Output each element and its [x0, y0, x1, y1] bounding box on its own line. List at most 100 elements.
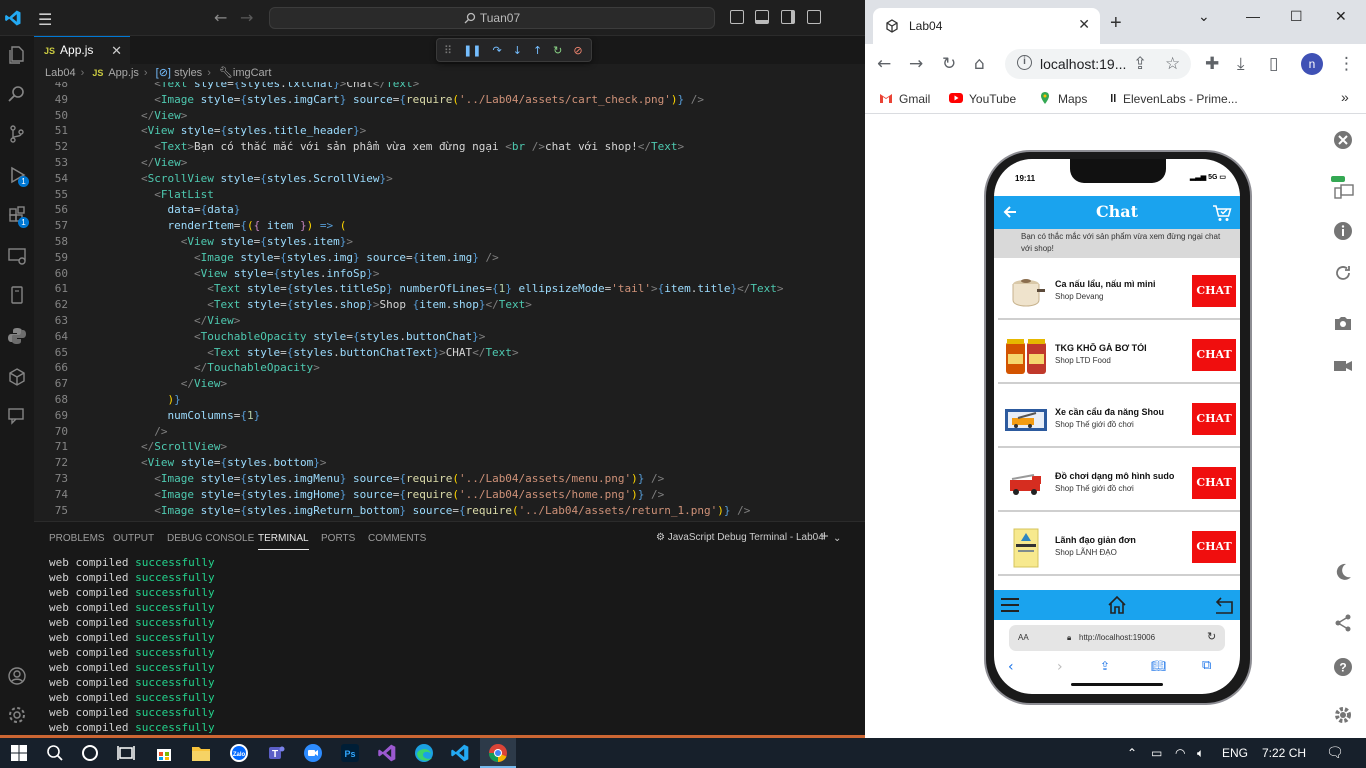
breadcrumb-item[interactable]: styles [174, 67, 202, 79]
tab-problems[interactable]: PROBLEMS [49, 533, 105, 544]
clock[interactable]: 7:22 CH [1262, 746, 1306, 760]
back-icon[interactable]: ‹ [1008, 659, 1014, 675]
code-line[interactable]: 64 <TouchableOpacity style={styles.butto… [34, 329, 865, 345]
battery-icon[interactable]: ▭ [1151, 746, 1162, 760]
forward-icon[interactable]: → [909, 54, 923, 74]
code-line[interactable]: 61 <Text style={styles.titleSp} numberOf… [34, 281, 865, 297]
breadcrumb-item[interactable]: App.js [108, 67, 139, 79]
toggle-panel-icon[interactable] [755, 10, 769, 24]
bookmark-youtube[interactable]: YouTube [949, 92, 1016, 106]
reload-icon[interactable]: ↻ [942, 54, 956, 74]
terminal-output[interactable]: web compiled successfully web compiled su… [49, 555, 215, 735]
code-line[interactable]: 66 </TouchableOpacity> [34, 360, 865, 376]
search-icon[interactable] [44, 742, 66, 764]
screenshot-camera-icon[interactable] [1331, 311, 1355, 335]
photoshop-icon[interactable]: Ps [339, 742, 361, 764]
back-icon[interactable]: ← [877, 54, 891, 74]
forward-arrow-icon[interactable]: → [240, 8, 253, 27]
dark-mode-moon-icon[interactable] [1331, 560, 1355, 584]
code-line[interactable]: 50 </View> [34, 108, 865, 124]
close-panel-icon[interactable] [1331, 128, 1355, 152]
hamburger-menu-icon[interactable] [1000, 595, 1020, 615]
code-line[interactable]: 54 <ScrollView style={styles.ScrollView}… [34, 171, 865, 187]
code-line[interactable]: 56 data={data} [34, 202, 865, 218]
code-line[interactable]: 73 <Image style={styles.imgMenu} source=… [34, 471, 865, 487]
tab-ports[interactable]: PORTS [321, 533, 355, 544]
chat-button[interactable]: CHAT [1192, 339, 1236, 371]
code-line[interactable]: 68 )} [34, 392, 865, 408]
code-line[interactable]: 57 renderItem={({ item }) => ( [34, 218, 865, 234]
bookmarks-icon[interactable]: 📖︎ [1151, 659, 1166, 673]
pause-icon[interactable]: ❚❚ [463, 44, 481, 57]
code-line[interactable]: 62 <Text style={styles.shop}>Shop {item.… [34, 297, 865, 313]
bookmark-maps[interactable]: Maps [1038, 92, 1087, 106]
wifi-icon[interactable]: ◠ [1175, 746, 1185, 760]
tab-app-js[interactable]: JS App.js ✕ [34, 36, 130, 64]
tab-comments[interactable]: COMMENTS [368, 533, 426, 544]
share-icon[interactable]: ⇪ [1133, 54, 1147, 74]
step-into-icon[interactable]: ↓ [513, 44, 522, 57]
command-center-search[interactable]: Tuan07 [269, 7, 715, 29]
search-icon[interactable] [4, 81, 30, 107]
code-line[interactable]: 70 /> [34, 424, 865, 440]
docker-icon[interactable] [4, 364, 30, 390]
code-line[interactable]: 48 <Text style={styles.txtChat}>Chat</Te… [34, 82, 865, 92]
site-info-icon[interactable]: i [1017, 55, 1032, 70]
minimize-icon[interactable]: — [1246, 8, 1260, 24]
code-line[interactable]: 63 </View> [34, 313, 865, 329]
settings-gear-icon[interactable] [1331, 703, 1355, 727]
language-indicator[interactable]: ENG [1222, 746, 1248, 760]
toggle-secondary-sidebar-icon[interactable] [781, 10, 795, 24]
code-line[interactable]: 75 <Image style={styles.imgReturn_bottom… [34, 503, 865, 519]
code-line[interactable]: 67 </View> [34, 376, 865, 392]
remote-explorer-icon[interactable] [4, 243, 30, 269]
code-line[interactable]: 59 <Image style={styles.img} source={ite… [34, 250, 865, 266]
python-icon[interactable] [4, 323, 30, 349]
cortana-icon[interactable] [79, 742, 101, 764]
toggle-sidebar-icon[interactable] [730, 10, 744, 24]
zalo-icon[interactable]: Zalo [228, 742, 250, 764]
teams-icon[interactable]: T [265, 742, 287, 764]
code-line[interactable]: 52 <Text>Bạn có thắc mắc với sản phẩm vừ… [34, 139, 865, 155]
reload-icon[interactable]: ↻ [1207, 630, 1216, 643]
run-debug-icon[interactable]: 1 [4, 162, 30, 188]
tab-debug-console[interactable]: DEBUG CONSOLE [167, 533, 254, 544]
terminal-selector[interactable]: ⚙︎ JavaScript Debug Terminal - Lab04 [656, 532, 824, 543]
customize-layout-icon[interactable] [807, 10, 821, 24]
tab-search-icon[interactable]: ⌄ [1198, 8, 1210, 25]
extensions-puzzle-icon[interactable]: ✚ [1205, 54, 1219, 74]
bookmark-gmail[interactable]: Gmail [879, 92, 930, 106]
video-record-icon[interactable] [1331, 354, 1355, 378]
windows-start-icon[interactable] [8, 742, 30, 764]
breadcrumb-item[interactable]: Lab04 [45, 67, 76, 79]
close-window-icon[interactable]: ✕ [1335, 8, 1347, 25]
address-bar[interactable]: i localhost:19... [1005, 49, 1191, 79]
step-out-icon[interactable]: ↑ [533, 44, 542, 57]
task-view-icon[interactable] [115, 742, 137, 764]
new-device-icon[interactable] [1331, 176, 1355, 200]
bookmark-star-icon[interactable]: ☆ [1165, 54, 1180, 74]
code-editor[interactable]: 48 <Text style={styles.txtChat}>Chat</Te… [34, 82, 865, 520]
code-line[interactable]: 69 numColumns={1} [34, 408, 865, 424]
chat-button[interactable]: CHAT [1192, 467, 1236, 499]
code-line[interactable]: 72 <View style={styles.bottom}> [34, 455, 865, 471]
code-line[interactable]: 74 <Image style={styles.imgHome} source=… [34, 487, 865, 503]
code-line[interactable]: 49 <Image style={styles.imgCart} source=… [34, 92, 865, 108]
zoom-icon[interactable] [302, 742, 324, 764]
restart-icon[interactable]: ↻ [553, 44, 562, 57]
help-icon[interactable]: ? [1331, 655, 1355, 679]
close-tab-icon[interactable]: ✕ [1078, 16, 1090, 33]
home-icon[interactable]: ⌂ [974, 54, 985, 74]
code-line[interactable]: 58 <View style={styles.item}> [34, 234, 865, 250]
code-line[interactable]: 55 <FlatList [34, 187, 865, 203]
volume-icon[interactable]: 🔈︎ [1197, 746, 1204, 761]
code-line[interactable]: 71 </ScrollView> [34, 439, 865, 455]
store-icon[interactable] [153, 742, 175, 764]
profile-avatar[interactable]: n [1301, 53, 1323, 75]
reader-aa-button[interactable]: AA [1018, 633, 1029, 642]
settings-gear-icon[interactable] [4, 702, 30, 728]
share-icon[interactable]: ⇪ [1100, 659, 1110, 673]
edge-icon[interactable] [413, 742, 435, 764]
chat-button[interactable]: CHAT [1192, 275, 1236, 307]
testing-icon[interactable] [4, 282, 30, 308]
